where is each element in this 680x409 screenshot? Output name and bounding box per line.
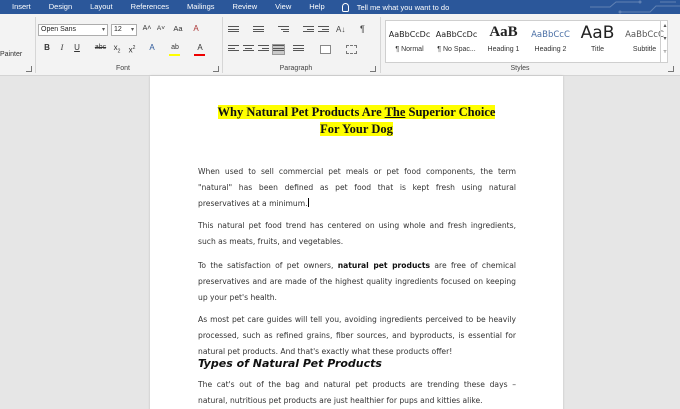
shrink-font-button[interactable]: A˅ bbox=[155, 24, 167, 36]
title-underlined-word: The bbox=[384, 105, 406, 119]
italic-button[interactable]: I bbox=[56, 43, 68, 55]
style-sample: AaBbCcC bbox=[531, 30, 570, 40]
tell-me-search[interactable]: Tell me what you want to do bbox=[341, 2, 450, 12]
style-name: Heading 1 bbox=[487, 46, 520, 53]
styles-group-label: Styles bbox=[510, 65, 530, 72]
style-normal[interactable]: AaBbCcDc ¶ Normal bbox=[386, 21, 433, 62]
title-highlight-line-2: For Your Dog bbox=[320, 122, 393, 136]
styles-launcher-icon[interactable] bbox=[668, 66, 674, 72]
tab-view[interactable]: View bbox=[266, 0, 300, 14]
underline-button[interactable]: U bbox=[71, 43, 83, 55]
style-name: ¶ No Spac... bbox=[437, 46, 476, 53]
highlight-swatch bbox=[169, 54, 180, 56]
paragraph-launcher-icon[interactable] bbox=[370, 66, 376, 72]
paragraph-group-label: Paragraph bbox=[279, 65, 313, 72]
chevron-down-icon[interactable]: ▾ bbox=[661, 33, 669, 46]
tab-design[interactable]: Design bbox=[40, 0, 81, 14]
text-cursor bbox=[307, 198, 309, 208]
tab-layout[interactable]: Layout bbox=[81, 0, 122, 14]
paragraph-3[interactable]: To the satisfaction of pet owners, natur… bbox=[198, 258, 516, 307]
chevron-down-icon: ▾ bbox=[130, 27, 134, 33]
font-size-select[interactable]: 12 ▾ bbox=[111, 24, 137, 36]
paragraph-5[interactable]: The cat's out of the bag and natural pet… bbox=[198, 377, 516, 409]
style-sample: AaB bbox=[489, 24, 518, 40]
font-group-label: Font bbox=[115, 65, 130, 72]
borders-icon[interactable] bbox=[346, 45, 357, 54]
style-heading-2[interactable]: AaBbCcC Heading 2 bbox=[527, 21, 574, 62]
document-title[interactable]: Why Natural Pet Products Are The Superio… bbox=[170, 104, 543, 138]
paragraph-1[interactable]: When used to sell commercial pet meals o… bbox=[198, 164, 516, 213]
document-page[interactable]: Why Natural Pet Products Are The Superio… bbox=[150, 76, 563, 409]
bold-phrase: natural pet products bbox=[337, 261, 431, 270]
ribbon: Painter Open Sans ▾ 12 ▾ A˄ A˅ Aa A B I … bbox=[0, 14, 680, 76]
ribbon-tab-bar: Insert Design Layout References Mailings… bbox=[0, 0, 680, 14]
align-left-icon[interactable] bbox=[228, 45, 239, 54]
chevron-down-icon: ▾ bbox=[101, 27, 105, 33]
numbering-icon[interactable] bbox=[253, 26, 264, 35]
font-family-value: Open Sans bbox=[41, 26, 77, 33]
font-family-select[interactable]: Open Sans ▾ bbox=[38, 24, 108, 36]
style-sample: AaBbCcDc bbox=[435, 30, 478, 39]
title-text: Superior Choice bbox=[405, 105, 496, 119]
style-name: ¶ Normal bbox=[395, 46, 424, 53]
style-heading-1[interactable]: AaB Heading 1 bbox=[480, 21, 527, 62]
tab-review[interactable]: Review bbox=[224, 0, 267, 14]
increase-indent-icon[interactable] bbox=[318, 26, 329, 35]
document-canvas: Why Natural Pet Products Are The Superio… bbox=[0, 76, 680, 409]
tell-me-label: Tell me what you want to do bbox=[356, 2, 450, 12]
tab-help[interactable]: Help bbox=[300, 0, 333, 14]
style-title[interactable]: AaB Title bbox=[574, 21, 621, 62]
tab-mailings[interactable]: Mailings bbox=[178, 0, 224, 14]
circuit-pattern-icon bbox=[590, 0, 680, 14]
subscript-mark: 2 bbox=[117, 48, 121, 55]
style-name: Title bbox=[591, 46, 604, 53]
title-highlight-line-1: Why Natural Pet Products Are The Superio… bbox=[217, 105, 496, 119]
tab-references[interactable]: References bbox=[122, 0, 178, 14]
shading-icon[interactable] bbox=[320, 45, 331, 54]
styles-gallery: AaBbCcDc ¶ Normal AaBbCcDc ¶ No Spac... … bbox=[385, 20, 668, 63]
line-spacing-icon[interactable] bbox=[293, 45, 304, 54]
show-formatting-button[interactable]: ¶ bbox=[360, 24, 365, 34]
divider bbox=[35, 17, 36, 73]
grow-font-button[interactable]: A˄ bbox=[141, 24, 153, 36]
font-size-value: 12 bbox=[114, 26, 122, 33]
bullets-icon[interactable] bbox=[228, 26, 239, 35]
subscript-button[interactable]: x2 bbox=[111, 43, 123, 55]
font-color-swatch bbox=[194, 54, 205, 56]
align-right-icon[interactable] bbox=[258, 45, 269, 54]
align-center-icon[interactable] bbox=[243, 45, 254, 54]
text-effects-button[interactable]: A bbox=[146, 43, 158, 55]
change-case-button[interactable]: Aa bbox=[170, 24, 186, 36]
paragraph-text: When used to sell commercial pet meals o… bbox=[198, 167, 516, 209]
styles-gallery-scroll[interactable]: ▴ ▾ ▿ bbox=[660, 20, 669, 63]
decrease-indent-icon[interactable] bbox=[303, 26, 314, 35]
justify-icon[interactable] bbox=[272, 44, 285, 55]
style-no-spacing[interactable]: AaBbCcDc ¶ No Spac... bbox=[433, 21, 480, 62]
strikethrough-button[interactable]: abc bbox=[93, 43, 108, 55]
superscript-button[interactable]: x2 bbox=[126, 43, 138, 55]
multilevel-list-icon[interactable] bbox=[278, 26, 289, 35]
divider bbox=[380, 17, 381, 73]
style-sample: AaBbCcDc bbox=[388, 30, 431, 39]
section-heading[interactable]: Types of Natural Pet Products bbox=[198, 357, 516, 370]
clear-formatting-button[interactable]: A bbox=[190, 24, 202, 36]
format-painter-button[interactable]: Painter bbox=[0, 51, 22, 58]
paragraph-2[interactable]: This natural pet food trend has centered… bbox=[198, 218, 516, 250]
style-name: Heading 2 bbox=[534, 46, 567, 53]
bold-button[interactable]: B bbox=[41, 43, 53, 55]
lightbulb-icon bbox=[341, 2, 349, 12]
style-sample: AaB bbox=[580, 23, 615, 43]
superscript-mark: 2 bbox=[132, 45, 136, 51]
paragraph-4[interactable]: As most pet care guides will tell you, a… bbox=[198, 312, 516, 361]
divider bbox=[222, 17, 223, 73]
clipboard-launcher-icon[interactable] bbox=[26, 66, 32, 72]
font-launcher-icon[interactable] bbox=[213, 66, 219, 72]
chevron-up-icon[interactable]: ▴ bbox=[661, 20, 669, 33]
more-styles-icon[interactable]: ▿ bbox=[661, 46, 669, 59]
tab-insert[interactable]: Insert bbox=[0, 0, 40, 14]
title-text: Why Natural Pet Products Are bbox=[217, 105, 385, 119]
sort-button[interactable]: A↓ bbox=[336, 25, 345, 34]
paragraph-text: To the satisfaction of pet owners, bbox=[198, 261, 338, 270]
